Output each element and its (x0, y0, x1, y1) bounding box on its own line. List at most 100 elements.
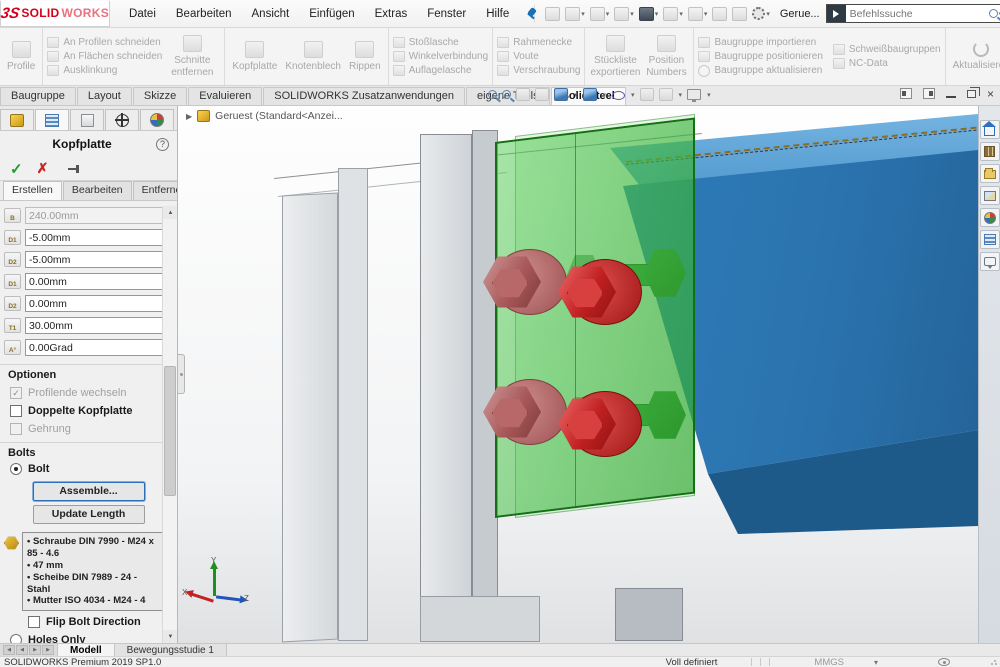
graphics-viewport[interactable]: ▶ Geruest (Standard<Anzei... (178, 106, 978, 643)
tab-zusatzanwendungen[interactable]: SOLIDWORKS Zusatzanwendungen (263, 87, 465, 105)
display-manager-tab[interactable] (140, 109, 174, 130)
dimxpert-manager-tab[interactable] (105, 109, 139, 130)
offset-d2-field[interactable] (26, 252, 167, 267)
custom-properties-tab[interactable] (980, 230, 1000, 249)
resize-grip[interactable] (990, 658, 998, 666)
doc-restore-button[interactable] (967, 90, 976, 98)
cancel-button[interactable]: ✗ (37, 160, 49, 177)
panel-help-icon[interactable]: ? (156, 138, 169, 151)
resources-tab[interactable] (980, 120, 1000, 139)
aktualisieren-button[interactable]: Aktualisieren (950, 39, 1000, 74)
bolt-head-front[interactable] (558, 256, 644, 330)
cut-at-profiles-button[interactable]: An Profilen schneiden (47, 37, 162, 48)
display-style-icon[interactable] (583, 88, 597, 101)
zoom-area-icon[interactable] (502, 90, 511, 99)
pane-left-icon[interactable] (900, 88, 912, 99)
scroll-up-icon[interactable]: ▲ (163, 206, 178, 219)
undo-button[interactable]: ▾ (661, 5, 685, 23)
search-icon[interactable] (989, 9, 998, 18)
view-palette-tab[interactable] (980, 186, 1000, 205)
bom-export-button[interactable]: Stückliste exportieren (589, 33, 641, 80)
kopfplatte-button[interactable]: Kopfplatte (229, 39, 280, 75)
save-button[interactable]: ▾ (612, 5, 636, 23)
feature-tree-breadcrumb[interactable]: ▶ Geruest (Standard<Anzei... (186, 110, 343, 122)
last-tab-button[interactable]: ▶ (42, 645, 54, 655)
select-button[interactable]: ▾ (686, 5, 710, 23)
tab-baugruppe[interactable]: Baugruppe (0, 87, 76, 105)
new-document-button[interactable]: ▾ (563, 5, 587, 23)
ok-button[interactable]: ✓ (10, 160, 23, 178)
column-plate[interactable] (282, 193, 338, 643)
update-length-button[interactable]: Update Length (33, 505, 145, 524)
appearances-tab[interactable] (980, 208, 1000, 227)
configuration-manager-tab[interactable] (70, 109, 104, 130)
view-settings-icon[interactable] (687, 89, 701, 100)
section-view-icon[interactable] (535, 88, 549, 101)
zoom-fit-icon[interactable] (488, 90, 497, 99)
panel-scrollbar[interactable]: ▲ ▼ (162, 206, 177, 643)
menu-extras[interactable]: Extras (366, 5, 417, 23)
menu-ansicht[interactable]: Ansicht (243, 5, 299, 23)
menu-hilfe[interactable]: Hilfe (477, 5, 518, 23)
remove-cuts-button[interactable]: Schnitte entfernen (164, 33, 220, 80)
bolts-section-header[interactable]: Bolts ∧ (0, 442, 177, 462)
assembly-import-button[interactable]: Baugruppe importieren (698, 37, 822, 48)
cut-at-faces-button[interactable]: An Flächen schneiden (47, 51, 162, 62)
panel-splitter-handle[interactable] (178, 354, 185, 394)
notch-button[interactable]: Ausklinkung (47, 65, 162, 76)
next-tab-button[interactable]: ▶ (29, 645, 41, 655)
units-indicator[interactable]: MMGS (814, 657, 844, 667)
bolt-head-rear[interactable] (483, 246, 569, 320)
assemble-button[interactable]: Assemble... (33, 482, 145, 501)
voute-button[interactable]: Voute (497, 51, 580, 62)
property-manager-tab[interactable] (35, 109, 69, 130)
forum-tab[interactable] (980, 252, 1000, 271)
doppelte-kopfplatte-checkbox[interactable] (10, 405, 22, 417)
offset-d3-field[interactable] (26, 274, 167, 289)
rippen-button[interactable]: Rippen (346, 39, 384, 75)
thickness-field[interactable] (26, 318, 167, 333)
search-input[interactable] (846, 8, 989, 20)
assembly-update-button[interactable]: Baugruppe aktualisieren (698, 65, 822, 77)
eye-icon[interactable] (938, 658, 950, 666)
stosslasche-button[interactable]: Stoßlasche (393, 37, 489, 48)
rahmenecke-button[interactable]: Rahmenecke (497, 37, 580, 48)
prev-tab-button[interactable]: ◀ (16, 645, 28, 655)
tab-layout[interactable]: Layout (77, 87, 132, 105)
subtab-bearbeiten[interactable]: Bearbeiten (63, 181, 132, 200)
angle-field[interactable] (26, 340, 167, 355)
optionen-section-header[interactable]: Optionen ∧ (0, 364, 177, 384)
holes-only-radio[interactable] (10, 634, 22, 643)
menu-einfuegen[interactable]: Einfügen (300, 5, 363, 23)
edit-appearance-icon[interactable] (640, 88, 654, 101)
flip-bolt-checkbox[interactable] (28, 616, 40, 628)
menu-fenster[interactable]: Fenster (418, 5, 475, 23)
home-button[interactable] (543, 5, 562, 23)
auflagelasche-button[interactable]: Auflagelasche (393, 65, 489, 76)
scroll-down-icon[interactable]: ▼ (163, 630, 178, 643)
open-button[interactable]: ▾ (588, 5, 612, 23)
hide-show-items-icon[interactable] (611, 88, 625, 101)
measure-icon[interactable] (516, 88, 530, 101)
scroll-thumb[interactable] (164, 366, 176, 496)
bolt-radio[interactable] (10, 463, 22, 475)
keep-visible-pin-icon[interactable] (68, 164, 82, 174)
first-tab-button[interactable]: ◀ (3, 645, 15, 655)
subtab-entfernen[interactable]: Entfernen (133, 181, 178, 200)
menu-bearbeiten[interactable]: Bearbeiten (167, 5, 241, 23)
design-library-tab[interactable] (980, 142, 1000, 161)
doc-close-button[interactable]: × (987, 89, 994, 99)
expand-tree-icon[interactable]: ▶ (186, 112, 192, 121)
menu-datei[interactable]: Datei (120, 5, 165, 23)
winkelverbindung-button[interactable]: Winkelverbindung (393, 51, 489, 62)
bolt-head-rear[interactable] (483, 376, 569, 450)
view-orientation-icon[interactable] (554, 88, 568, 101)
file-properties-button[interactable] (730, 5, 749, 23)
knotenblech-button[interactable]: Knotenblech (282, 39, 344, 75)
profile-button[interactable]: Profile (4, 39, 38, 75)
position-numbers-button[interactable]: Position Numbers (643, 33, 689, 80)
subtab-erstellen[interactable]: Erstellen (3, 181, 62, 200)
weldment-assemblies-button[interactable]: Schweißbaugruppen (833, 44, 941, 55)
file-explorer-tab[interactable] (980, 164, 1000, 183)
column-plate[interactable] (338, 168, 368, 641)
